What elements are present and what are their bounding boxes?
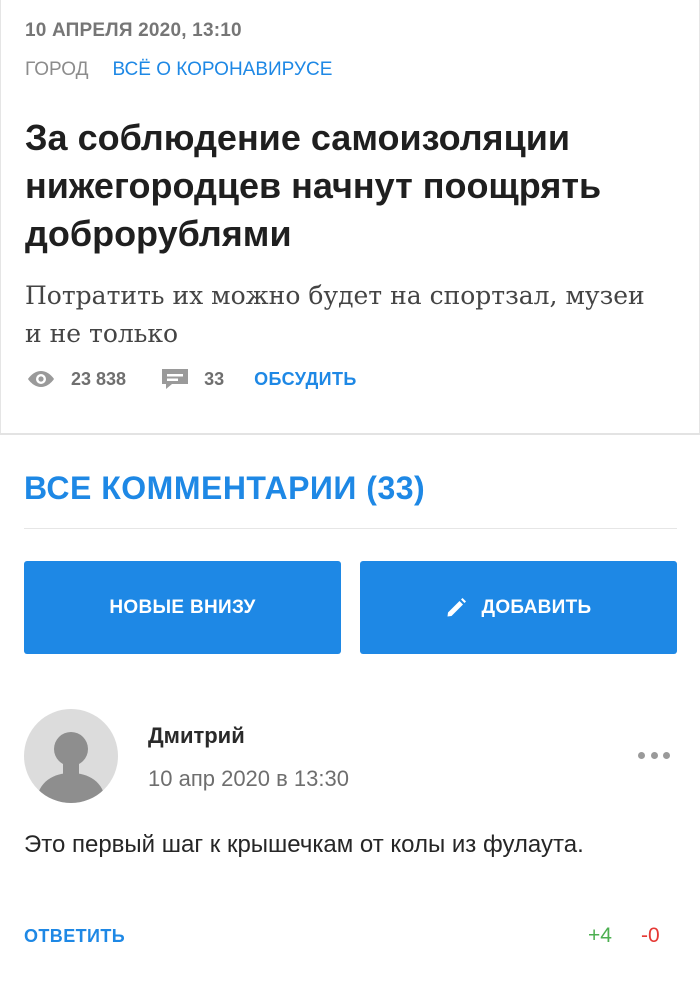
comment-text: Это первый шаг к крышечкам от колы из фу… bbox=[24, 831, 584, 858]
article-stats: 23 838 33 ОБСУДИТЬ bbox=[25, 364, 357, 394]
comment-author[interactable]: Дмитрий bbox=[148, 723, 245, 749]
avatar[interactable] bbox=[24, 709, 118, 803]
dot bbox=[650, 751, 658, 759]
views-count: 23 838 bbox=[71, 368, 127, 389]
article-header: 10 АПРЕЛЯ 2020, 13:10 ГОРОД ВСЁ О КОРОНА… bbox=[0, 0, 700, 434]
sort-button-label: НОВЫЕ ВНИЗУ bbox=[109, 596, 256, 618]
comment-date: 10 апр 2020 в 13:30 bbox=[148, 766, 349, 791]
rubric-city-link[interactable]: ГОРОД bbox=[25, 59, 89, 81]
discuss-link[interactable]: ОБСУДИТЬ bbox=[254, 369, 357, 390]
sort-newest-bottom-button[interactable]: НОВЫЕ ВНИЗУ bbox=[24, 561, 341, 654]
eye-icon bbox=[28, 371, 54, 387]
rubrics: ГОРОД ВСЁ О КОРОНАВИРУСЕ bbox=[25, 59, 332, 81]
comments-title-divider bbox=[24, 528, 677, 529]
pencil-icon bbox=[447, 597, 467, 616]
article-subtitle: Потратить их можно будет на спортзал, му… bbox=[25, 281, 645, 348]
more-dots-icon[interactable] bbox=[638, 748, 670, 762]
add-comment-button[interactable]: ДОБАВИТЬ bbox=[360, 561, 677, 654]
rubric-coronavirus-link[interactable]: ВСЁ О КОРОНАВИРУСЕ bbox=[113, 59, 333, 81]
vote-down-count[interactable]: -0 bbox=[641, 924, 660, 948]
article-headline: За соблюдение самоизоляции нижегородцев … bbox=[25, 117, 602, 254]
comments-count: 33 bbox=[204, 368, 225, 389]
add-button-label: ДОБАВИТЬ bbox=[481, 596, 592, 618]
reply-link[interactable]: ОТВЕТИТЬ bbox=[24, 926, 125, 947]
vote-up-count[interactable]: +4 bbox=[588, 924, 612, 948]
article-date: 10 АПРЕЛЯ 2020, 13:10 bbox=[25, 20, 242, 41]
speech-bubble-icon bbox=[162, 369, 189, 389]
user-silhouette-icon bbox=[36, 732, 106, 803]
dot bbox=[663, 751, 670, 759]
comments-section-title[interactable]: ВСЕ КОММЕНТАРИИ (33) bbox=[24, 470, 425, 507]
dot bbox=[638, 751, 645, 759]
section-divider bbox=[0, 433, 700, 435]
